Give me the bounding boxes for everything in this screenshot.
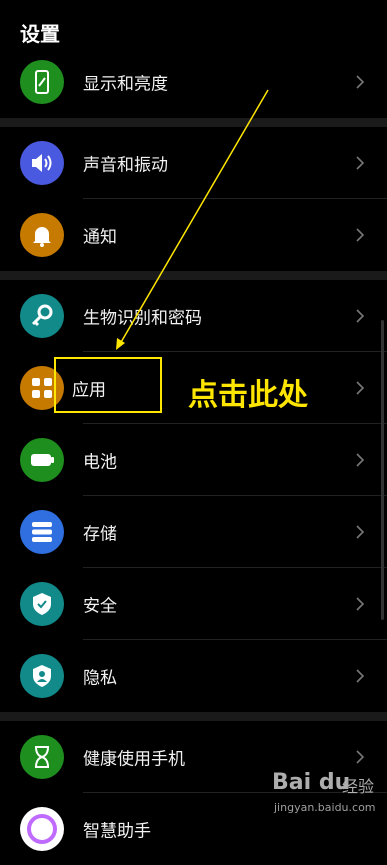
key-icon: [20, 294, 64, 338]
storage-icon: [20, 510, 64, 554]
chevron-right-icon: [356, 750, 365, 764]
baidu-logo: Bai du: [272, 770, 351, 795]
settings-item-label: 显示和亮度: [83, 74, 168, 95]
chevron-right-icon: [356, 669, 365, 683]
settings-item-label: 智慧助手: [83, 821, 151, 842]
settings-item-security[interactable]: 安全: [0, 568, 387, 640]
hourglass-icon: [20, 735, 64, 779]
watermark-url: jingyan.baidu.com: [274, 801, 376, 814]
section-divider: [0, 118, 387, 127]
chevron-right-icon: [356, 381, 365, 395]
battery-icon: [20, 438, 64, 482]
settings-item-label: 安全: [83, 596, 117, 617]
shield-check-icon: [20, 582, 64, 626]
highlight-box: [54, 357, 162, 413]
settings-item-label: 存储: [83, 524, 117, 545]
chevron-right-icon: [356, 75, 365, 89]
settings-item-storage[interactable]: 存储: [0, 496, 387, 568]
watermark-name: 经验: [342, 777, 375, 796]
bell-icon: [20, 213, 64, 257]
settings-item-label: 隐私: [83, 668, 117, 689]
section-divider: [0, 712, 387, 721]
speaker-icon: [20, 141, 64, 185]
settings-item-battery[interactable]: 电池: [0, 424, 387, 496]
page-title: 设置: [20, 22, 60, 46]
settings-list: 显示和亮度 声音和振动 通知 生物识别和密码 应用 电池 存储 安全 隐私 健康…: [0, 46, 387, 865]
settings-item-biometrics[interactable]: 生物识别和密码: [0, 280, 387, 352]
scrollbar[interactable]: [381, 320, 384, 620]
settings-item-label: 健康使用手机: [83, 749, 185, 770]
assistant-icon: [20, 807, 64, 851]
settings-item-sound[interactable]: 声音和振动: [0, 127, 387, 199]
settings-item-label: 生物识别和密码: [83, 308, 202, 329]
chevron-right-icon: [356, 228, 365, 242]
chevron-right-icon: [356, 309, 365, 323]
settings-item-label: 电池: [83, 452, 117, 473]
chevron-right-icon: [356, 453, 365, 467]
phone-display-icon: [20, 60, 64, 104]
settings-item-label: 声音和振动: [83, 155, 168, 176]
privacy-shield-icon: [20, 654, 64, 698]
chevron-right-icon: [356, 156, 365, 170]
settings-item-notifications[interactable]: 通知: [0, 199, 387, 271]
chevron-right-icon: [356, 525, 365, 539]
watermark: Bai du 经验 jingyan.baidu.com: [272, 770, 382, 820]
section-divider: [0, 271, 387, 280]
annotation-text: 点击此处: [188, 378, 308, 413]
settings-item-label: 通知: [83, 227, 117, 248]
chevron-right-icon: [356, 597, 365, 611]
settings-item-privacy[interactable]: 隐私: [0, 640, 387, 712]
settings-item-display[interactable]: 显示和亮度: [0, 46, 387, 118]
